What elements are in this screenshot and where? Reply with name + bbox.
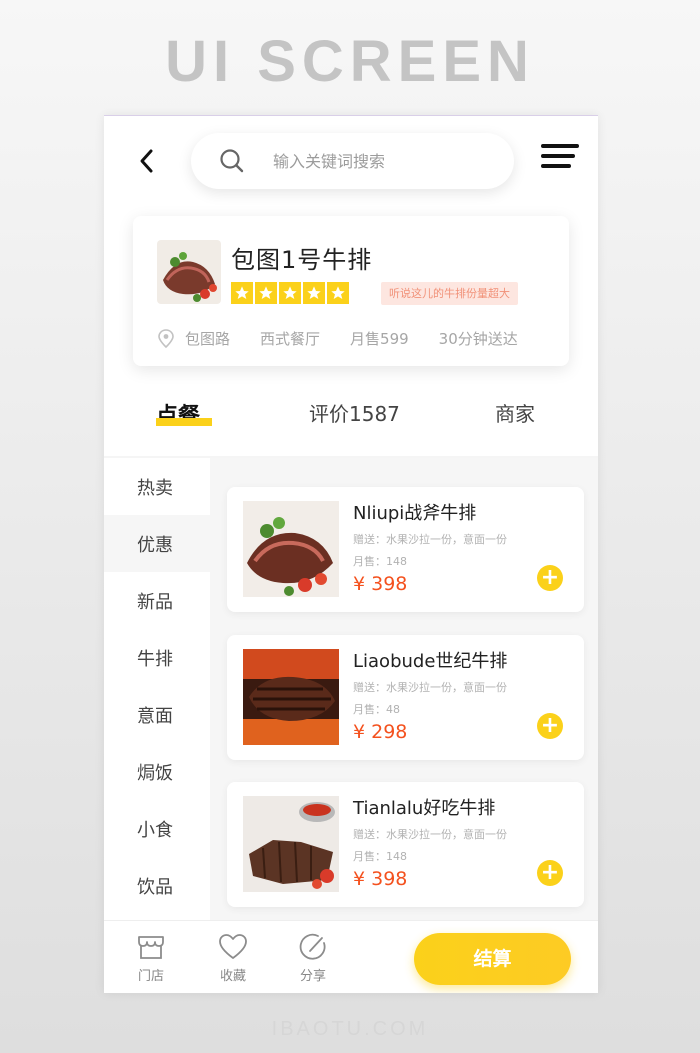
bottom-bar: 门店 收藏 分享 结算 bbox=[104, 920, 598, 993]
sidebar-item-drinks[interactable]: 饮品 bbox=[104, 857, 210, 914]
nav-store[interactable]: 门店 bbox=[131, 933, 171, 984]
rating-stars bbox=[231, 282, 351, 304]
dish-gift: 赠送：水果沙拉一份，意面一份 bbox=[353, 533, 507, 546]
dish-gift: 赠送：水果沙拉一份，意面一份 bbox=[353, 828, 507, 841]
add-to-cart-button[interactable]: + bbox=[537, 860, 563, 886]
store-card: 包图1号牛排 听说这儿的牛排份量超大 包图路 西式餐厅 月售599 30分钟送达 bbox=[133, 216, 569, 366]
share-icon bbox=[299, 933, 326, 960]
store-meta: 包图路 西式餐厅 月售599 30分钟送达 bbox=[157, 328, 518, 349]
nav-favorites-label: 收藏 bbox=[219, 969, 246, 984]
dish-image bbox=[243, 796, 339, 892]
store-thumbnail bbox=[157, 240, 221, 304]
dish-image bbox=[243, 501, 339, 597]
star-icon bbox=[303, 282, 325, 304]
nav-favorites[interactable]: 收藏 bbox=[213, 933, 253, 984]
sidebar-item-hot[interactable]: 热卖 bbox=[104, 458, 210, 515]
dish-gift: 赠送：水果沙拉一份，意面一份 bbox=[353, 681, 507, 694]
sidebar-item-pasta[interactable]: 意面 bbox=[104, 686, 210, 743]
dish-name: Liaobude世纪牛排 bbox=[353, 651, 508, 672]
tab-reviews[interactable]: 评价1587 bbox=[309, 398, 400, 427]
store-category: 西式餐厅 bbox=[260, 330, 321, 348]
dish-sales: 月售：148 bbox=[353, 555, 407, 568]
add-to-cart-button[interactable]: + bbox=[537, 713, 563, 739]
dish-name: Nliupi战斧牛排 bbox=[353, 503, 477, 524]
back-icon[interactable] bbox=[134, 146, 160, 176]
sidebar-item-new[interactable]: 新品 bbox=[104, 572, 210, 629]
banner-footer: IBAOTU.COM bbox=[271, 1018, 429, 1040]
sidebar-item-discount[interactable]: 优惠 bbox=[104, 515, 210, 572]
phone-screen: 包图1号牛排 听说这儿的牛排份量超大 包图路 西式餐厅 月售599 30分钟送达… bbox=[104, 115, 598, 993]
dish-price: ¥ 298 bbox=[353, 721, 408, 743]
dish-price: ¥ 398 bbox=[353, 573, 408, 595]
category-sidebar: 热卖 优惠 新品 牛排 意面 焗饭 小食 饮品 bbox=[104, 458, 210, 920]
add-to-cart-button[interactable]: + bbox=[537, 565, 563, 591]
dish-price: ¥ 398 bbox=[353, 868, 408, 890]
dish-name: Tianlalu好吃牛排 bbox=[353, 798, 496, 819]
store-monthly-sales: 月售599 bbox=[350, 330, 409, 348]
location-pin-icon bbox=[158, 328, 174, 348]
dish-image bbox=[243, 649, 339, 745]
dish-sales: 月售：148 bbox=[353, 850, 407, 863]
store-delivery-time: 30分钟送达 bbox=[438, 330, 518, 348]
search-input[interactable] bbox=[273, 151, 493, 171]
nav-store-label: 门店 bbox=[137, 969, 164, 984]
star-icon bbox=[279, 282, 301, 304]
checkout-button[interactable]: 结算 bbox=[414, 933, 571, 985]
list-item[interactable]: Liaobude世纪牛排 赠送：水果沙拉一份，意面一份 月售：48 ¥ 298 … bbox=[227, 635, 584, 760]
menu-icon[interactable] bbox=[541, 144, 579, 174]
nav-share[interactable]: 分享 bbox=[293, 933, 333, 984]
star-icon bbox=[231, 282, 253, 304]
store-name: 包图1号牛排 bbox=[231, 246, 373, 274]
tab-active-indicator bbox=[156, 418, 212, 426]
tab-merchant[interactable]: 商家 bbox=[495, 398, 535, 427]
star-icon bbox=[255, 282, 277, 304]
sidebar-item-steak[interactable]: 牛排 bbox=[104, 629, 210, 686]
store-icon bbox=[138, 936, 164, 959]
promo-tag: 听说这儿的牛排份量超大 bbox=[381, 282, 518, 305]
banner-title: UI SCREEN bbox=[165, 29, 535, 94]
sidebar-item-snacks[interactable]: 小食 bbox=[104, 800, 210, 857]
dish-sales: 月售：48 bbox=[353, 703, 400, 716]
store-location: 包图路 bbox=[185, 330, 231, 348]
list-item[interactable]: Nliupi战斧牛排 赠送：水果沙拉一份，意面一份 月售：148 ¥ 398 + bbox=[227, 487, 584, 612]
sidebar-item-baked-rice[interactable]: 焗饭 bbox=[104, 743, 210, 800]
list-item[interactable]: Tianlalu好吃牛排 赠送：水果沙拉一份，意面一份 月售：148 ¥ 398… bbox=[227, 782, 584, 907]
search-icon bbox=[220, 149, 244, 173]
nav-share-label: 分享 bbox=[299, 969, 326, 984]
star-icon bbox=[327, 282, 349, 304]
heart-icon bbox=[219, 934, 247, 959]
search-bar[interactable] bbox=[191, 133, 514, 189]
